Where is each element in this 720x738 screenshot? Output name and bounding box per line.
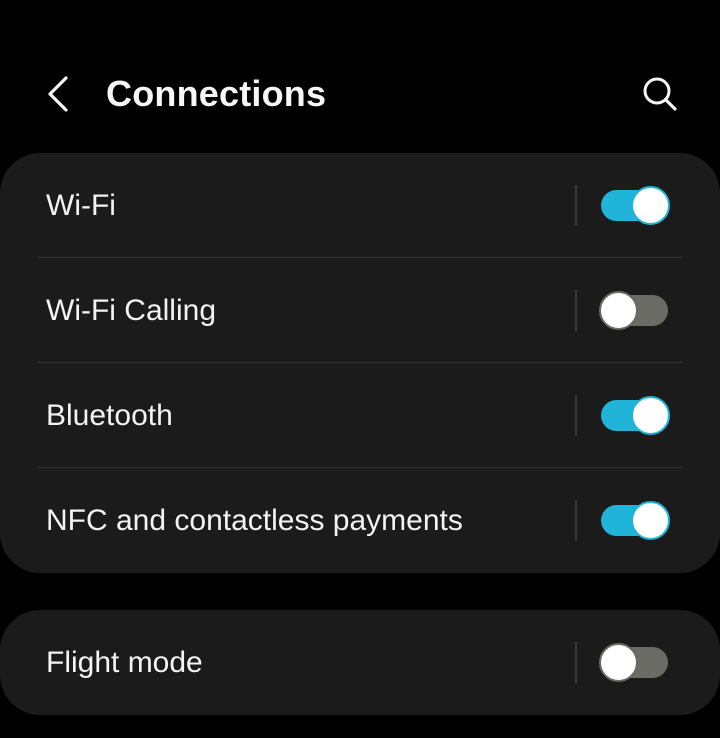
divider — [575, 642, 577, 683]
toggle-knob — [631, 186, 670, 225]
page-title: Connections — [106, 73, 327, 114]
flight-mode-toggle[interactable] — [599, 643, 670, 682]
setting-row-wifi[interactable]: Wi-Fi — [0, 153, 720, 258]
toggle-knob — [599, 291, 638, 330]
setting-label: Flight mode — [46, 646, 203, 679]
divider — [575, 500, 577, 541]
connections-card: Wi-Fi Wi-Fi Calling Bluetooth NFC and co… — [0, 153, 720, 573]
header-bar: Connections — [0, 0, 720, 153]
nfc-toggle[interactable] — [599, 501, 670, 540]
toggle-knob — [631, 396, 670, 435]
search-button[interactable] — [636, 70, 684, 118]
back-button[interactable] — [38, 72, 82, 116]
setting-row-wifi-calling[interactable]: Wi-Fi Calling — [0, 258, 720, 363]
wifi-calling-toggle[interactable] — [599, 291, 670, 330]
flight-mode-card: Flight mode — [0, 610, 720, 715]
setting-row-bluetooth[interactable]: Bluetooth — [0, 363, 720, 468]
toggle-knob — [631, 501, 670, 540]
setting-label: Wi-Fi Calling — [46, 294, 217, 327]
search-icon — [643, 77, 677, 111]
setting-row-flight-mode[interactable]: Flight mode — [0, 610, 720, 715]
chevron-left-icon — [48, 76, 68, 112]
divider — [575, 290, 577, 331]
setting-label: NFC and contactless payments — [46, 504, 463, 537]
setting-label: Bluetooth — [46, 399, 173, 432]
bluetooth-toggle[interactable] — [599, 396, 670, 435]
toggle-knob — [599, 643, 638, 682]
divider — [575, 185, 577, 226]
divider — [575, 395, 577, 436]
wifi-toggle[interactable] — [599, 186, 670, 225]
setting-label: Wi-Fi — [46, 189, 116, 222]
setting-row-nfc[interactable]: NFC and contactless payments — [0, 468, 720, 573]
